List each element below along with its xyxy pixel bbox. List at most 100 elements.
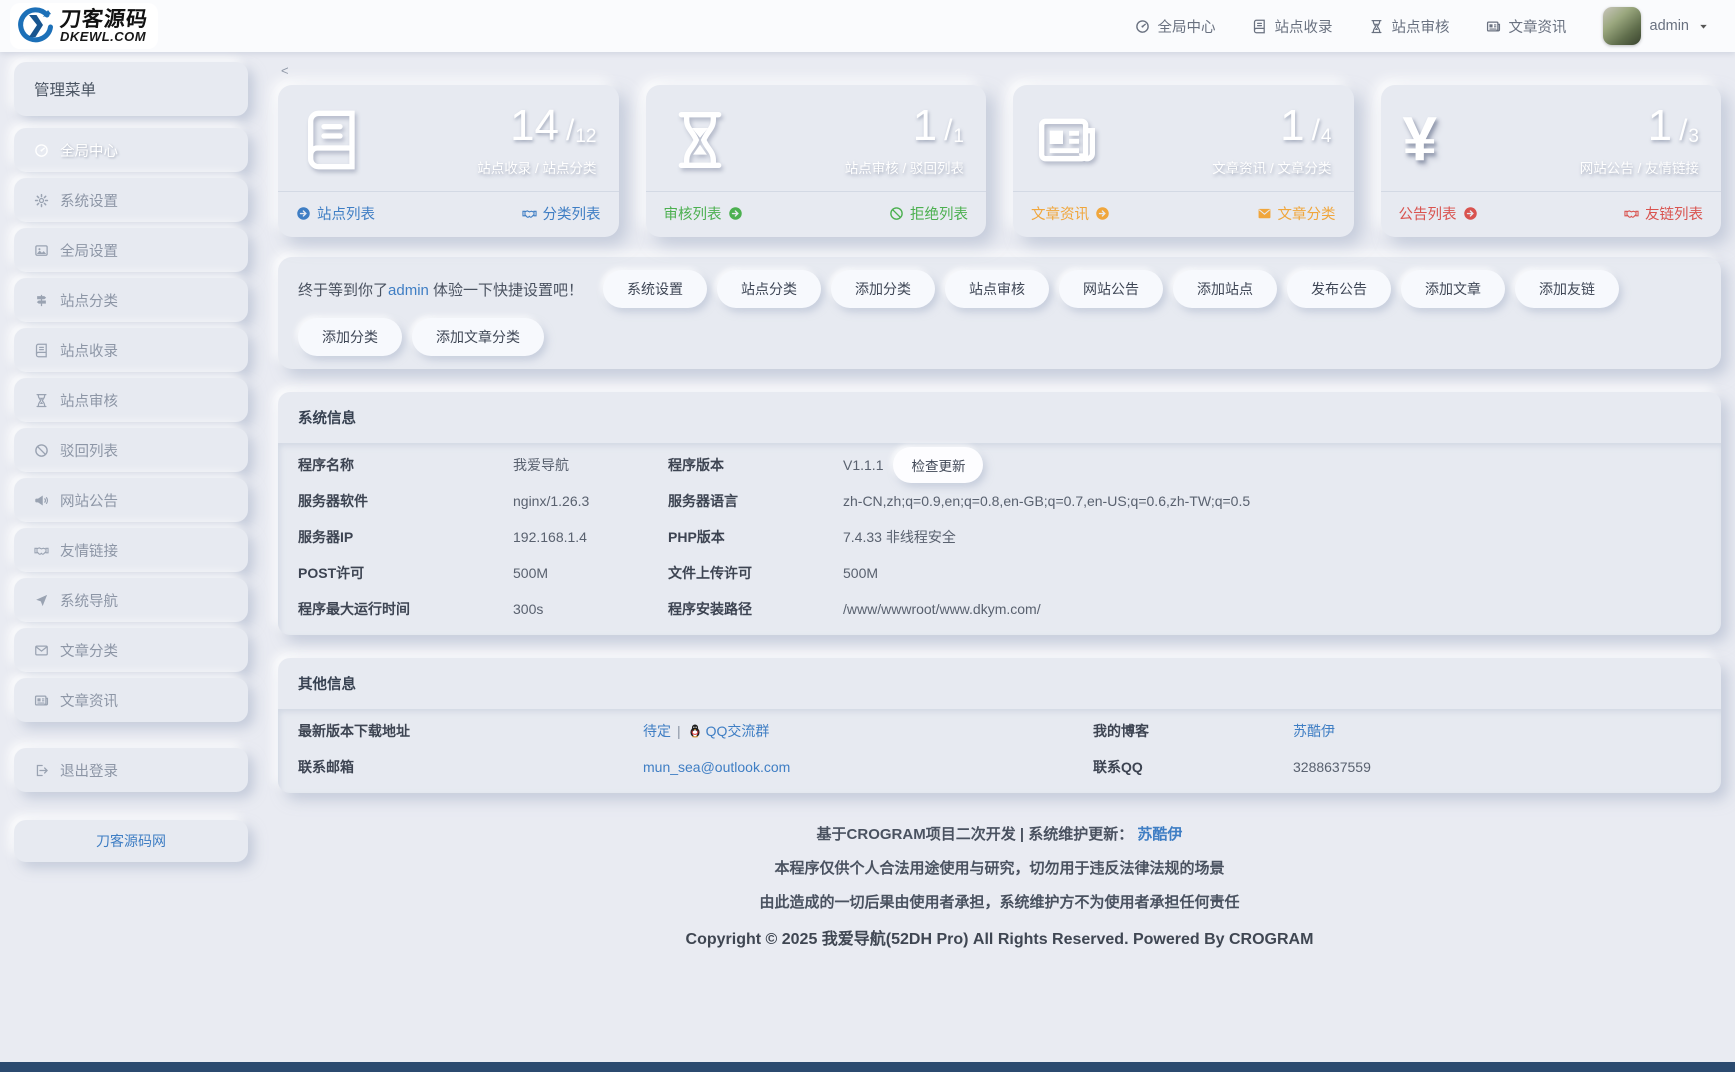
row-value: zh-CN,zh;q=0.9,en;q=0.8,en-GB;q=0.7,en-U… xyxy=(843,493,1701,509)
row-label: 程序安装路径 xyxy=(668,599,843,619)
nav-item-global-center[interactable]: 全局中心 xyxy=(1135,16,1216,37)
collapse-sidebar-control[interactable]: < xyxy=(281,63,289,78)
hourglass-icon xyxy=(34,393,49,408)
row-value: 192.168.1.4 xyxy=(513,529,668,545)
card-link-reject-list[interactable]: 拒绝列表 xyxy=(889,203,968,224)
system-info-row: 程序名称我爱导航程序版本V1.1.1检查更新 xyxy=(278,447,1721,483)
avatar[interactable] xyxy=(1603,7,1641,45)
sidebar-item-article-news[interactable]: 文章资讯 xyxy=(14,678,248,722)
row-label: 程序版本 xyxy=(668,455,843,475)
stat-value: 1/3 xyxy=(1580,104,1699,148)
logo-title: 刀客源码 xyxy=(59,9,149,30)
logo-domain: DKEWL.COM xyxy=(60,30,148,43)
blog-link[interactable]: 苏酷伊 xyxy=(1293,721,1335,741)
row-label: 服务器语言 xyxy=(668,491,843,511)
sidebar-item-article-category[interactable]: 文章分类 xyxy=(14,628,248,672)
sidebar-item-global-settings[interactable]: 全局设置 xyxy=(14,228,248,272)
sidebar-item-reject-list[interactable]: 驳回列表 xyxy=(14,428,248,472)
footer: 基于CROGRAM项目二次开发 | 系统维护更新： 苏酷伊 本程序仅供个人合法用… xyxy=(278,809,1721,972)
other-info-title: 其他信息 xyxy=(278,658,1721,709)
quick-button-7[interactable]: 发布公告 xyxy=(1287,270,1391,308)
row-value: 我爱导航 xyxy=(513,455,668,475)
card-link-review-list[interactable]: 审核列表 xyxy=(664,203,743,224)
admin-link[interactable]: admin xyxy=(388,282,429,299)
footer-line-2: 本程序仅供个人合法用途使用与研究，切勿用于违反法律法规的场景 xyxy=(278,857,1721,878)
hourglass-icon xyxy=(668,108,732,172)
row-label: PHP版本 xyxy=(668,527,843,547)
row-value: 7.4.33 非线程安全 xyxy=(843,527,1701,547)
dashboard-icon xyxy=(1135,19,1150,34)
system-info-panel: 系统信息 程序名称我爱导航程序版本V1.1.1检查更新服务器软件nginx/1.… xyxy=(278,392,1721,635)
stat-card-article-news: 1/4文章资讯 / 文章分类文章资讯文章分类 xyxy=(1013,85,1354,237)
card-link-friendlink-list[interactable]: 友链列表 xyxy=(1624,203,1703,224)
sidebar-item-global-center[interactable]: 全局中心 xyxy=(14,128,248,172)
footer-copyright: Copyright © 2025 我爱导航(52DH Pro) All Righ… xyxy=(278,925,1721,949)
row-label: 程序名称 xyxy=(298,455,513,475)
location-arrow-icon xyxy=(34,593,49,608)
card-link-announcement-list[interactable]: 公告列表 xyxy=(1399,203,1478,224)
card-link-article-news[interactable]: 文章资讯 xyxy=(1031,203,1110,224)
quick-button-5[interactable]: 网站公告 xyxy=(1059,270,1163,308)
sign-out-icon xyxy=(34,763,49,778)
sidebar-footer: 刀客源码网 xyxy=(14,820,248,862)
quick-button-9[interactable]: 添加友链 xyxy=(1515,270,1619,308)
hourglass-icon xyxy=(1369,19,1384,34)
quick-button-2[interactable]: 站点分类 xyxy=(717,270,821,308)
stat-card-site-collection: 14/12 站点收录 / 站点分类站点列表 分类列表 xyxy=(278,85,619,237)
logo[interactable]: 刀客源码 DKEWL.COM xyxy=(10,3,158,49)
other-info-panel: 其他信息 最新版本下载地址 待定 | xyxy=(278,658,1721,793)
stat-value: 1/4 xyxy=(1212,104,1331,148)
quick-button-8[interactable]: 添加文章 xyxy=(1401,270,1505,308)
map-signs-icon xyxy=(34,293,49,308)
row-label: 联系邮箱 xyxy=(298,757,643,777)
sidebar-item-system-settings[interactable]: 系统设置 xyxy=(14,178,248,222)
caret-down-icon xyxy=(1698,21,1709,32)
email-link[interactable]: mun_sea@outlook.com xyxy=(643,759,790,775)
row-label: POST许可 xyxy=(298,563,513,583)
user-menu[interactable]: admin xyxy=(1603,7,1710,45)
sidebar-item-site-announcement[interactable]: 网站公告 xyxy=(14,478,248,522)
sidebar-item-logout[interactable]: 退出登录 xyxy=(14,748,248,792)
row-value: 500M xyxy=(513,565,668,581)
nav-item-article-news[interactable]: 文章资讯 xyxy=(1486,16,1567,37)
system-info-row: 程序最大运行时间300s程序安装路径/www/wwwroot/www.dkym.… xyxy=(278,591,1721,627)
yen-icon: ¥ xyxy=(1403,109,1437,171)
download-pending-link[interactable]: 待定 xyxy=(643,721,671,741)
sidebar: 管理菜单 全局中心系统设置全局设置站点分类站点收录站点审核驳回列表网站公告友情链… xyxy=(14,62,248,972)
card-link-category-list[interactable]: 分类列表 xyxy=(522,203,601,224)
sidebar-item-friend-links[interactable]: 友情链接 xyxy=(14,528,248,572)
system-info-row: POST许可500M文件上传许可500M xyxy=(278,555,1721,591)
stat-value: 14/12 xyxy=(477,104,596,148)
stat-value: 1/1 xyxy=(845,104,964,148)
username: admin xyxy=(1650,18,1690,34)
sidebar-item-site-review[interactable]: 站点审核 xyxy=(14,378,248,422)
quick-button-11[interactable]: 添加文章分类 xyxy=(412,318,544,356)
other-info-row: 联系邮箱 mun_sea@outlook.com 联系QQ 3288637559 xyxy=(278,749,1721,785)
nav-item-site-collection[interactable]: 站点收录 xyxy=(1252,16,1333,37)
maintainer-link[interactable]: 苏酷伊 xyxy=(1137,826,1182,843)
stat-subtitle: 站点收录 / 站点分类 xyxy=(477,157,596,177)
quick-button-6[interactable]: 添加站点 xyxy=(1173,270,1277,308)
dashboard-icon xyxy=(34,143,49,158)
quick-button-1[interactable]: 系统设置 xyxy=(603,270,707,308)
row-value: nginx/1.26.3 xyxy=(513,493,668,509)
sidebar-item-system-nav[interactable]: 系统导航 xyxy=(14,578,248,622)
sidebar-item-site-collection[interactable]: 站点收录 xyxy=(14,328,248,372)
row-value: 300s xyxy=(513,601,668,617)
check-update-button[interactable]: 检查更新 xyxy=(893,447,983,483)
nav-item-site-review[interactable]: 站点审核 xyxy=(1369,16,1450,37)
quick-button-4[interactable]: 站点审核 xyxy=(945,270,1049,308)
card-link-site-list[interactable]: 站点列表 xyxy=(296,203,375,224)
greeting-text: 终于等到你了admin 体验一下快捷设置吧！ xyxy=(298,279,583,300)
qq-group-link[interactable]: QQ交流群 xyxy=(687,721,770,741)
newspaper-icon xyxy=(34,693,49,708)
qq-number: 3288637559 xyxy=(1293,759,1701,775)
card-link-article-category[interactable]: 文章分类 xyxy=(1257,203,1336,224)
envelope-icon xyxy=(34,643,49,658)
quick-button-10[interactable]: 添加分类 xyxy=(298,318,402,356)
dkewl-site-link[interactable]: 刀客源码网 xyxy=(96,831,166,851)
navbar: 刀客源码 DKEWL.COM 全局中心 站点收录 站点审核 文章资讯 admin xyxy=(0,0,1735,52)
sidebar-item-site-category[interactable]: 站点分类 xyxy=(14,278,248,322)
stat-subtitle: 网站公告 / 友情链接 xyxy=(1580,157,1699,177)
quick-button-3[interactable]: 添加分类 xyxy=(831,270,935,308)
